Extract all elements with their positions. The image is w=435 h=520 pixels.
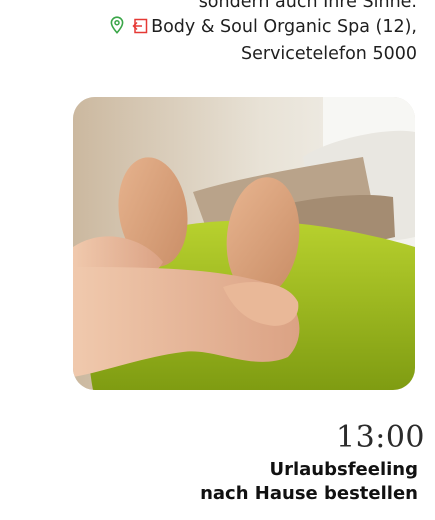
location-text[interactable]: Body & Soul Organic Spa (12), bbox=[151, 17, 417, 37]
event-title-line-2: nach Hause bestellen bbox=[200, 483, 418, 504]
description-partial-line: sondern auch Ihre Sinne. bbox=[198, 0, 417, 12]
event-detail-page: sondern auch Ihre Sinne. Body & Soul Org… bbox=[0, 0, 435, 520]
service-phone-text[interactable]: Servicetelefon 5000 bbox=[37, 42, 417, 67]
event-title-line-1: Urlaubsfeeling bbox=[269, 459, 418, 480]
description-block: sondern auch Ihre Sinne. Body & Soul Org… bbox=[37, 0, 417, 67]
event-title[interactable]: Urlaubsfeeling nach Hause bestellen bbox=[200, 458, 418, 506]
entrance-icon bbox=[132, 17, 148, 42]
event-photo bbox=[73, 97, 415, 390]
event-time: 13:00 bbox=[336, 420, 425, 455]
location-line[interactable]: Body & Soul Organic Spa (12), bbox=[37, 15, 417, 42]
location-pin-icon bbox=[110, 16, 124, 42]
